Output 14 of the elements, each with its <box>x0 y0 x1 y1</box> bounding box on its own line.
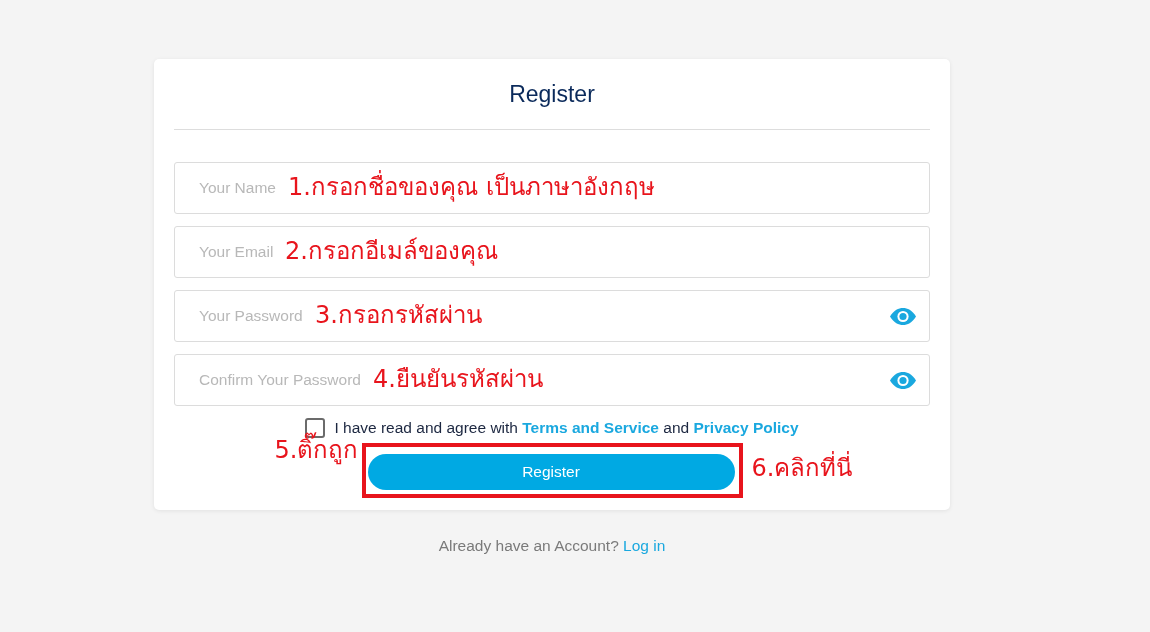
annotation-text: 6.คลิกที่นี่ <box>751 453 853 483</box>
annotation-text: 3.กรอกรหัสผ่าน <box>315 300 482 331</box>
register-button[interactable]: Register <box>367 454 735 490</box>
login-link[interactable]: Log in <box>623 537 666 554</box>
annotation-text: 2.กรอกอีเมล์ของคุณ <box>285 236 498 267</box>
agreement-text: I have read and agree with Terms and Service and Privacy Policy <box>334 419 799 436</box>
form-title: Register <box>509 80 595 108</box>
annotation-text: 1.กรอกชื่อของคุณ เป็นภาษาอังกฤษ <box>288 172 655 203</box>
login-prompt: Already have an Account? Log in <box>437 537 667 555</box>
terms-link[interactable]: Terms and Service <box>522 419 659 436</box>
annotation-text: 4.ยืนยันรหัสผ่าน <box>373 364 543 395</box>
privacy-link[interactable]: Privacy Policy <box>693 419 799 436</box>
eye-icon[interactable] <box>890 308 916 325</box>
eye-icon[interactable] <box>890 372 916 389</box>
